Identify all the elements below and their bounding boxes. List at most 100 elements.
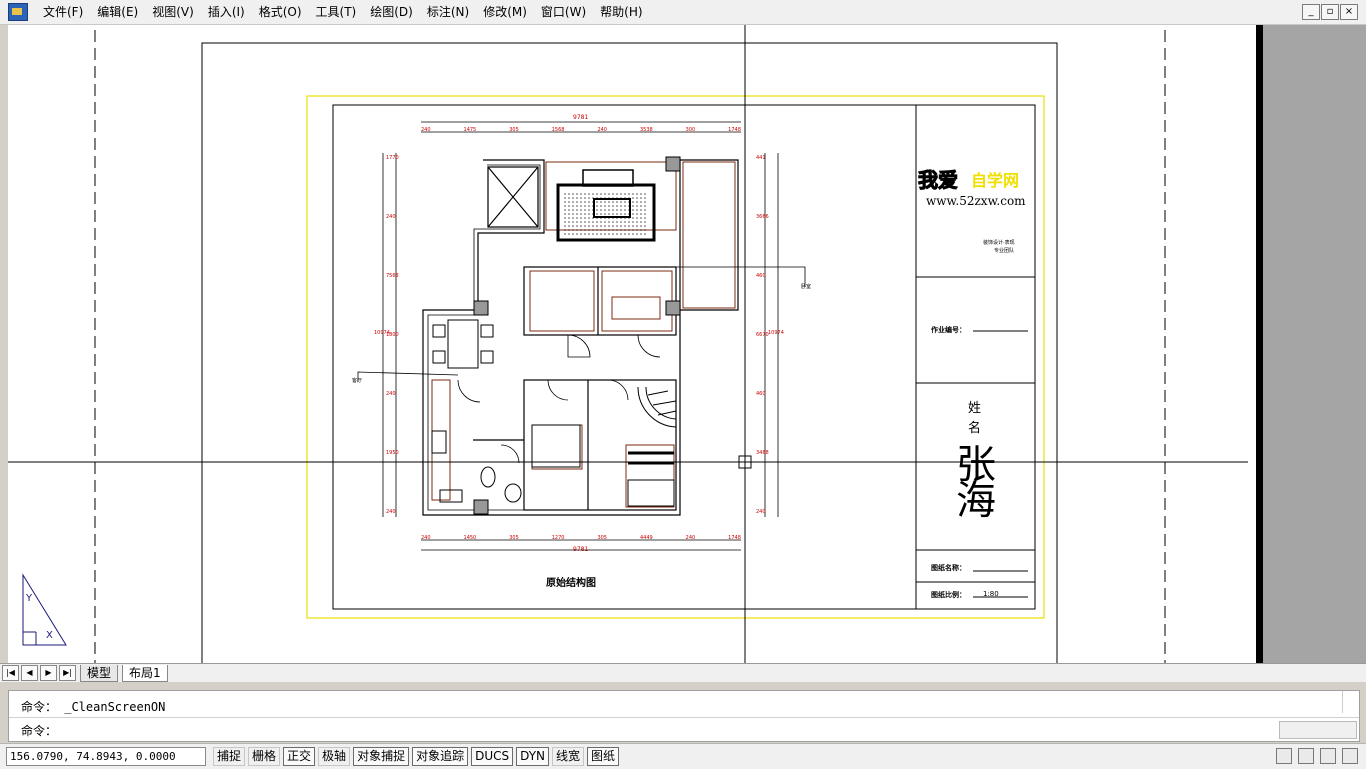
ucs-y-label: Y	[26, 593, 33, 604]
tab-first-button[interactable]: |◀	[2, 665, 19, 681]
status-toggle-9[interactable]: 图纸	[587, 747, 620, 766]
dim-left-5: 1950	[386, 450, 399, 456]
scale-label: 图纸比例：	[931, 591, 966, 599]
close-button[interactable]: ×	[1340, 4, 1358, 20]
scale-value: 1:80	[983, 590, 999, 598]
command-prompt[interactable]: 命令：	[21, 722, 57, 739]
command-scrollbar[interactable]	[1342, 691, 1359, 713]
title-small-1: 装饰设计·表现	[983, 240, 1015, 246]
dim-bottom-5: 4449	[639, 535, 653, 541]
menu-modify[interactable]: 修改(M)	[476, 1, 534, 23]
command-history: 命令： _CleanScreenON	[21, 700, 166, 714]
dim-bottom-0: 240	[421, 535, 431, 541]
dim-right-6: 240	[756, 509, 766, 515]
menu-tools[interactable]: 工具(T)	[309, 1, 364, 23]
viewport-border	[201, 42, 1058, 663]
menu-edit[interactable]: 编辑(E)	[90, 1, 145, 23]
menu-draw[interactable]: 绘图(D)	[363, 1, 420, 23]
status-toggle-1[interactable]: 栅格	[248, 747, 281, 766]
tab-prev-button[interactable]: ◀	[21, 665, 38, 681]
lock-icon[interactable]	[1298, 748, 1314, 764]
dining-table	[432, 319, 494, 369]
command-window[interactable]: 命令： _CleanScreenON 命令：	[8, 690, 1360, 742]
leader-label-right: 卧室	[801, 284, 812, 290]
living-room-furniture	[556, 169, 656, 242]
dim-bottom-3: 1270	[551, 535, 565, 541]
dim-bottom-2: 305	[509, 535, 519, 541]
menu-window[interactable]: 窗口(W)	[534, 1, 593, 23]
coordinate-display[interactable]: 156.0790, 74.8943, 0.0000	[6, 747, 206, 766]
name-label-2: 名	[968, 421, 982, 436]
layout-tabs-bar: |◀ ◀ ▶ ▶| 模型 布局1	[0, 663, 1366, 682]
status-bar: 156.0790, 74.8943, 0.0000 捕捉 栅格 正交 极轴 对象捕捉 对象…	[0, 743, 1366, 769]
status-toggle-2[interactable]: 正交	[283, 747, 316, 766]
status-toggle-group: 捕捉 栅格 正交 极轴 对象捕捉 对象追踪 DUCS DYN 线宽 图纸	[210, 747, 620, 766]
status-toggle-5[interactable]: 对象追踪	[412, 747, 469, 766]
dim-left-2: 7563	[386, 273, 399, 279]
menu-insert[interactable]: 插入(I)	[201, 1, 252, 23]
dim-right-total: 10974	[768, 330, 784, 336]
name-label-1: 姓	[968, 401, 982, 416]
dim-top-4: 240	[597, 127, 607, 133]
tab-model[interactable]: 模型	[80, 664, 119, 682]
dim-bottom-total: 9781	[573, 546, 589, 553]
tab-next-button[interactable]: ▶	[40, 665, 57, 681]
dim-top-5: 3538	[639, 127, 653, 133]
tray-settings-icon[interactable]	[1320, 748, 1336, 764]
logo-main: 我爱	[918, 168, 959, 193]
title-small-2: 专业团队	[994, 248, 1015, 254]
dim-top-6: 300	[685, 127, 696, 133]
menu-file[interactable]: 文件(F)	[36, 1, 90, 23]
dim-right-2: 460	[756, 273, 766, 279]
paper-outside-area	[1256, 25, 1366, 663]
status-toggle-0[interactable]: 捕捉	[213, 747, 246, 766]
job-number-label: 作业编号：	[931, 326, 966, 334]
dim-top-7: 1748	[728, 127, 741, 133]
drawing-canvas[interactable]: 9781 240 1475 305 1568 240 3538 300 1748…	[8, 25, 1366, 663]
dim-right-3: 6670	[756, 332, 769, 338]
dim-top-1: 1475	[463, 127, 477, 133]
status-toggle-3[interactable]: 极轴	[318, 747, 351, 766]
dim-bottom-1: 1450	[463, 535, 477, 541]
tab-last-button[interactable]: ▶|	[59, 665, 76, 681]
command-hscroll[interactable]	[1279, 721, 1357, 739]
tab-layout1[interactable]: 布局1	[122, 664, 168, 682]
menu-dimension[interactable]: 标注(N)	[420, 1, 476, 23]
dim-left-total: 10974	[374, 330, 390, 336]
leader-right	[663, 266, 806, 287]
status-toggle-4[interactable]: 对象捕捉	[353, 747, 410, 766]
signature: 张海	[949, 443, 995, 515]
dim-bottom-4: 305	[597, 535, 607, 541]
menu-format[interactable]: 格式(O)	[252, 1, 309, 23]
dim-left-1: 240	[386, 214, 396, 220]
status-toggle-6[interactable]: DUCS	[471, 747, 514, 766]
leader-label-left: 客厅	[352, 378, 363, 384]
dim-top-total: 9781	[573, 114, 589, 121]
dim-right-1: 3666	[756, 214, 769, 220]
logo-url: www.52zxw.com	[926, 194, 1026, 208]
dim-top-row: 240 1475 305 1568 240 3538 300 1748	[421, 127, 741, 133]
dim-top-3: 1568	[551, 127, 565, 133]
spiral-stair	[637, 386, 677, 428]
status-toggle-8[interactable]: 线宽	[552, 747, 585, 766]
minimize-button[interactable]: _	[1302, 4, 1320, 20]
logo-accent: 自学网	[971, 171, 1020, 190]
status-tray	[1276, 748, 1358, 764]
dim-top-2: 305	[509, 127, 519, 133]
dim-bottom-row: 240 1450 305 1270 305 4449 240 1748	[421, 535, 741, 541]
clean-screen-icon[interactable]	[1342, 748, 1358, 764]
ucs-x-label: X	[46, 630, 53, 641]
menu-help[interactable]: 帮助(H)	[593, 1, 649, 23]
status-toggle-7[interactable]: DYN	[516, 747, 550, 766]
menu-bar: 文件(F) 编辑(E) 视图(V) 插入(I) 格式(O) 工具(T) 绘图(D…	[0, 0, 1366, 25]
bed	[531, 424, 675, 507]
autocad-app-icon[interactable]	[8, 3, 28, 21]
comm-center-icon[interactable]	[1276, 748, 1292, 764]
dim-right-5: 3468	[756, 450, 769, 456]
drawing-svg[interactable]	[8, 25, 1248, 663]
restore-button[interactable]: ▫	[1321, 4, 1339, 20]
ucs-icon	[22, 573, 67, 646]
dim-left-0: 1770	[386, 155, 399, 161]
dim-left-6: 240	[386, 509, 396, 515]
menu-view[interactable]: 视图(V)	[145, 1, 201, 23]
